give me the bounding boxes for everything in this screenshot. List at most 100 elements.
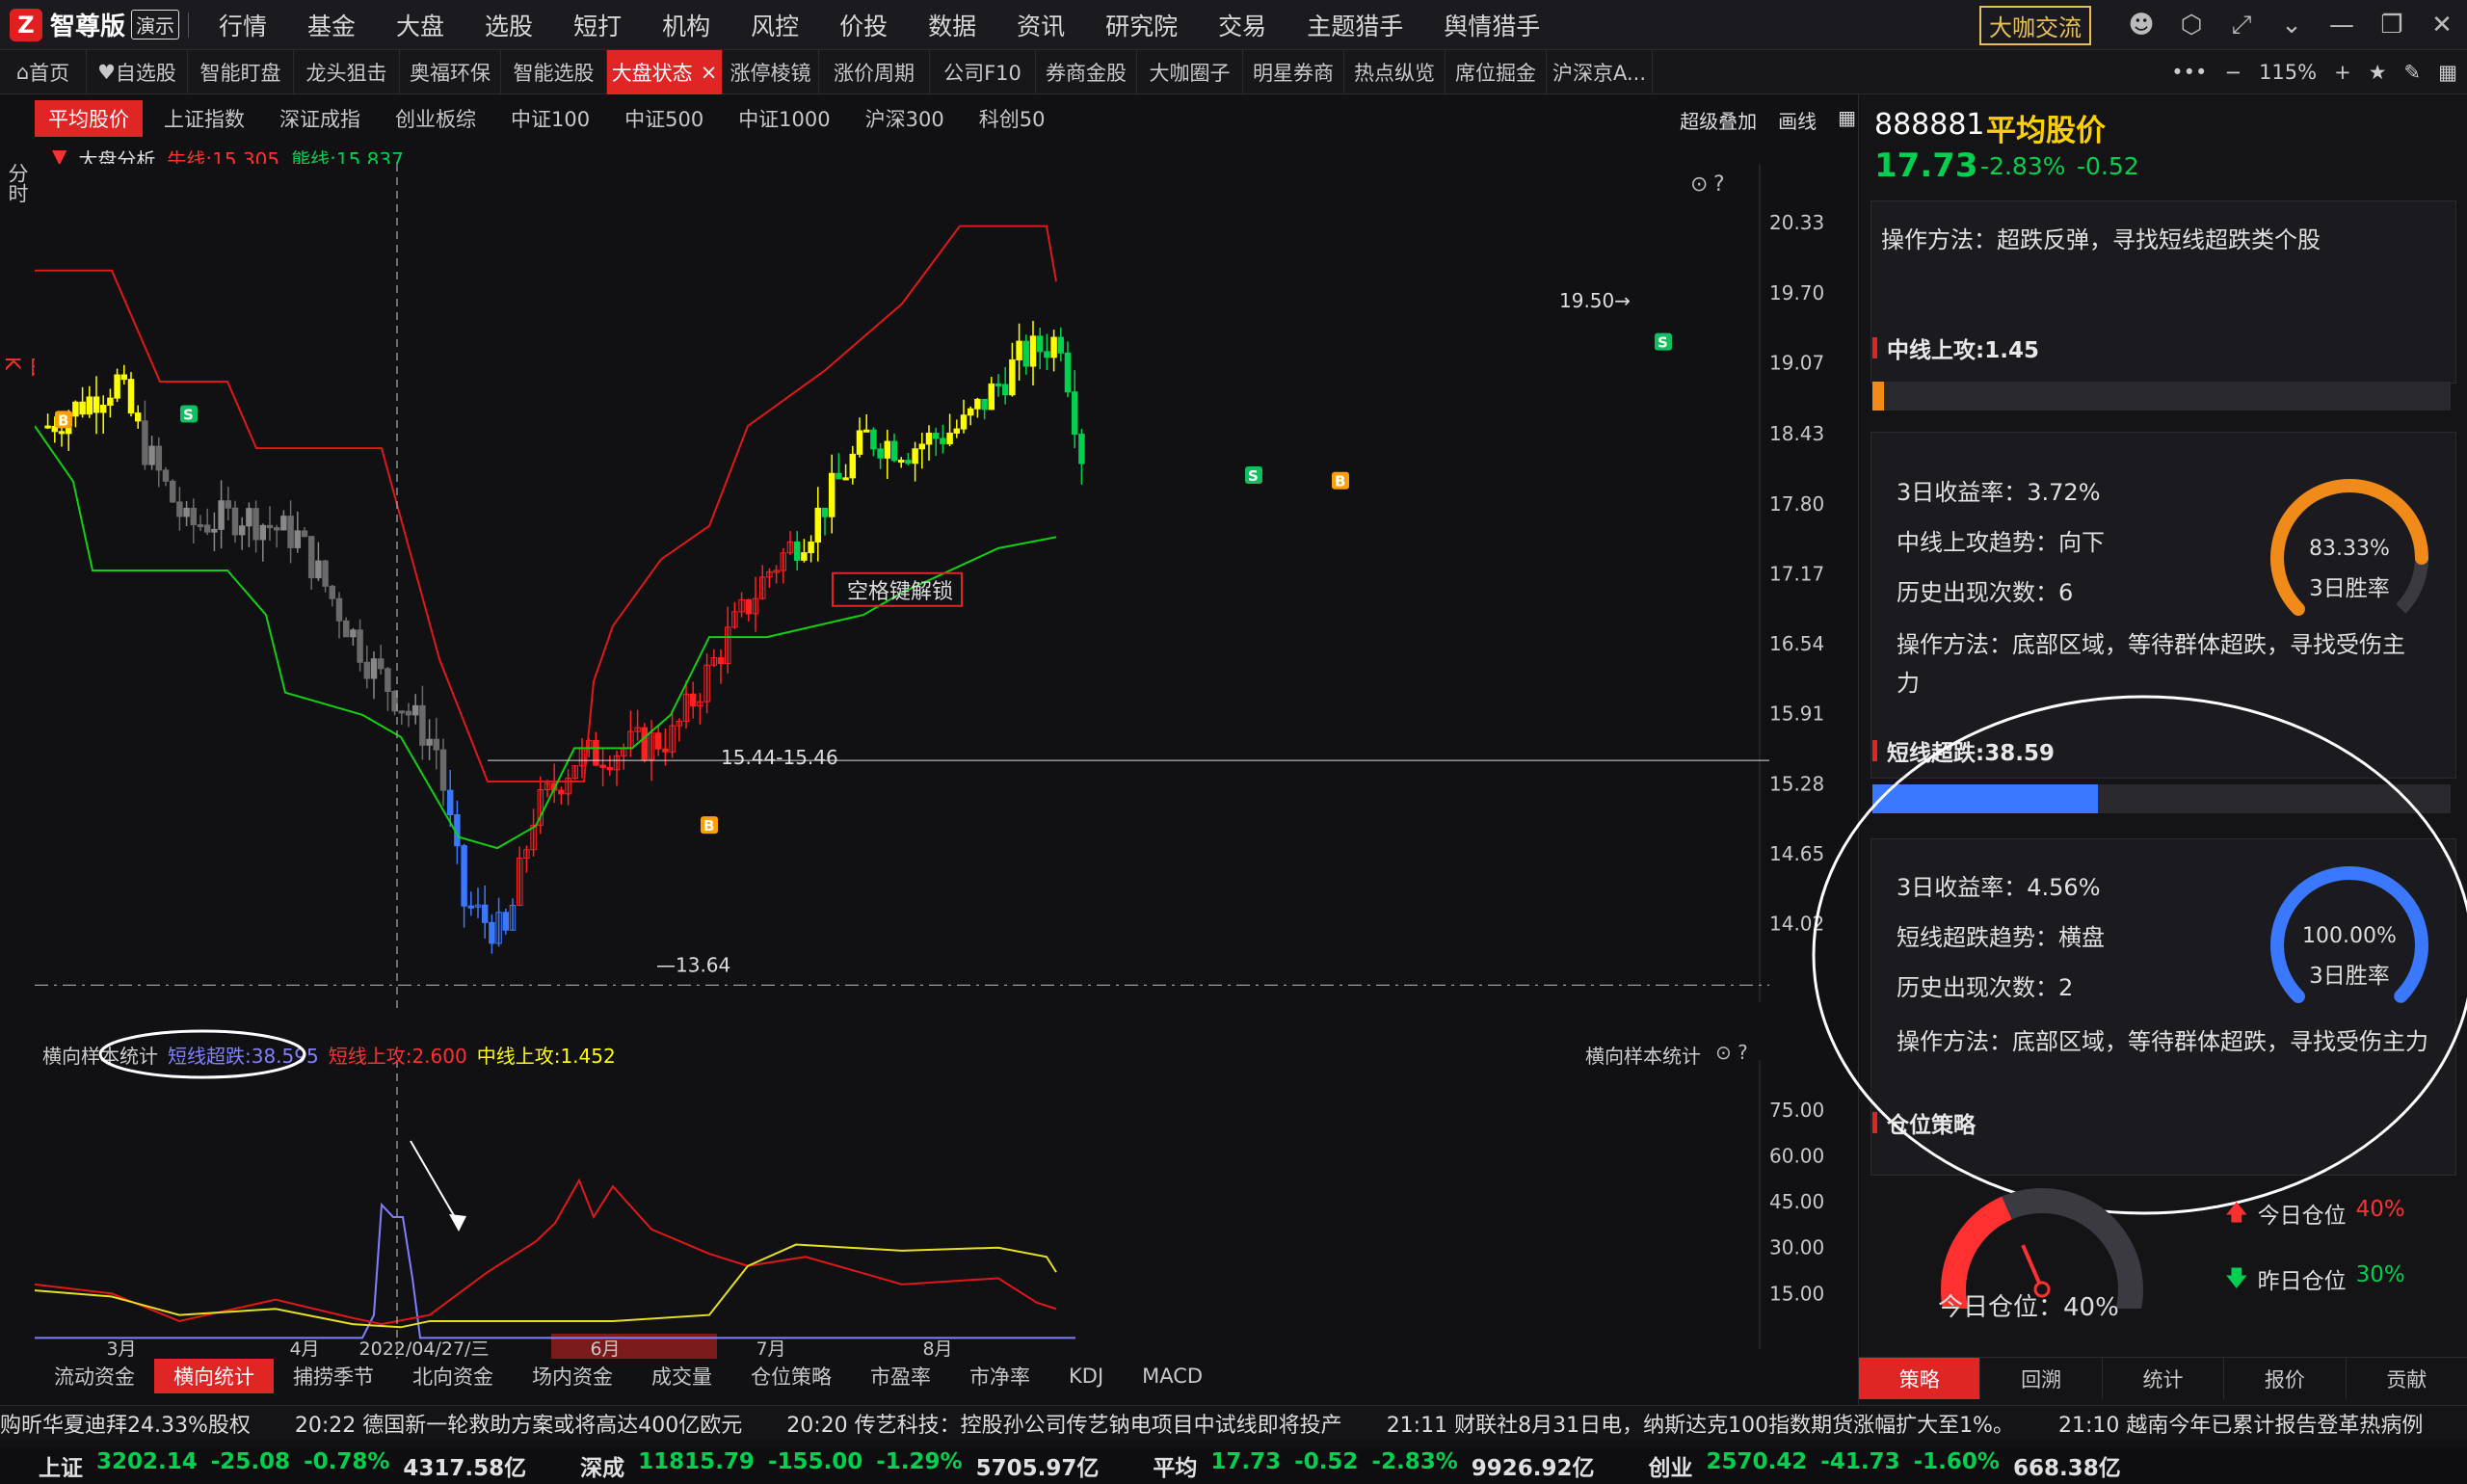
indicator-tab-2[interactable]: 捕捞季节 [274,1359,393,1393]
menu-item[interactable]: 交易 [1198,8,1287,42]
star-icon[interactable]: ★ [2369,61,2387,84]
candle [433,738,440,751]
menu-item[interactable]: 选股 [464,8,553,42]
menu-item[interactable]: 数据 [908,8,996,42]
side-tab-1[interactable]: 回溯 [1980,1358,2103,1399]
pen-icon[interactable]: ✎ [2404,61,2422,84]
side-tab-4[interactable]: 贡献 [2347,1358,2467,1399]
kline-chart[interactable]: 20.33 19.70 19.07 18.43 17.80 17.17 16.54 15.91… [35,164,1856,1012]
minimize-icon[interactable]: — [2317,0,2367,50]
indicator-tab-1[interactable]: 横向统计 [154,1359,274,1393]
restore-icon[interactable]: ❐ [2367,0,2417,50]
index-status-3[interactable]: 创业 2570.42 -41.73 -1.60% 668.38亿 [1649,1449,2121,1482]
candle [578,748,586,767]
side-tab-3[interactable]: 报价 [2224,1358,2347,1399]
news-item[interactable]: 20:20 传艺科技：控股孙公司传艺钠电项目中试线即将投产 [786,1408,1341,1439]
candle [620,748,627,756]
menu-item[interactable]: 机构 [642,8,730,42]
index-tab-4[interactable]: 中证100 [497,100,603,137]
indicator-tab-10[interactable]: MACD [1123,1359,1222,1393]
tab-6[interactable]: 大盘状态 × [607,49,723,94]
menu-item[interactable]: 大盘 [376,8,464,42]
tab-8[interactable]: 涨价周期 [819,49,930,94]
tab-0[interactable]: ⌂ 首页 [0,49,87,94]
index-status-0[interactable]: 上证 3202.14 -25.08 -0.78% 4317.58亿 [39,1449,526,1482]
menu-item[interactable]: 行情 [199,8,287,42]
index-tab-8[interactable]: 科创50 [966,100,1059,137]
tab-14[interactable]: 席位掘金 [1446,49,1547,94]
menu-item[interactable]: 资讯 [996,8,1085,42]
tab-1[interactable]: ♥ 自选股 [87,49,188,94]
tab-15[interactable]: 沪深京A... [1547,49,1653,94]
tab-3[interactable]: 龙头狙击 [294,49,400,94]
candle [1022,340,1030,367]
tab-5[interactable]: 智能选股 [501,49,607,94]
overlay-button[interactable]: 超级叠加 [1680,106,1757,134]
tab-10[interactable]: 券商金股 [1036,49,1137,94]
user-icon[interactable]: ☻ [2116,0,2166,50]
indicator-tab-0[interactable]: 流动资金 [35,1359,154,1393]
plus-icon[interactable]: + [2334,61,2351,84]
indicator-tab-5[interactable]: 成交量 [632,1359,731,1393]
indicator-tab-6[interactable]: 仓位策略 [731,1359,851,1393]
indicator-tab-4[interactable]: 场内资金 [513,1359,632,1393]
index-status-2[interactable]: 平均 17.73 -0.52 -2.83% 9926.92亿 [1153,1449,1594,1482]
mid-gauge-label: 3日胜率 [2309,576,2390,601]
shrink-icon[interactable]: ⤢ [2216,0,2267,50]
grid-icon[interactable]: ▦ [2438,61,2457,84]
candle [731,611,738,628]
layout-icon[interactable]: ▦ [1838,106,1856,134]
index-tab-7[interactable]: 沪深300 [852,100,958,137]
chevron-down-icon[interactable]: ⌄ [2267,0,2317,50]
indicator-tab-9[interactable]: KDJ [1049,1359,1123,1393]
signal-marker-label: B [703,817,714,835]
tab-12[interactable]: 明星券商 [1243,49,1344,94]
tab-7[interactable]: 涨停棱镜 [723,49,819,94]
tab-2[interactable]: 智能盯盘 [188,49,294,94]
news-item[interactable]: 20:22 德国新一轮救助方案或将高达400亿欧元 [295,1408,742,1439]
news-item[interactable]: 21:10 越南今年已累计报告登革热病例 [2058,1408,2423,1439]
news-item[interactable]: 21:11 财联社8月31日电，纳斯达克100指数期货涨幅扩大至1%。 [1387,1408,2014,1439]
side-tab-0[interactable]: 策略 [1859,1358,1981,1399]
candle [190,507,198,526]
indicator-tab-8[interactable]: 市净率 [950,1359,1049,1393]
indicator-icons[interactable]: ⊙ ? [1715,1041,1748,1064]
menu-item[interactable]: 风控 [730,8,819,42]
menu-item[interactable]: 研究院 [1085,8,1198,42]
tab-label: 智能盯盘 [199,61,281,85]
close-icon[interactable]: × [701,61,718,84]
tab-4[interactable]: 奥福环保 [400,49,501,94]
tab-minute[interactable]: 分时 [5,145,30,212]
tab-13[interactable]: 热点纵览 [1344,49,1446,94]
index-tab-0[interactable]: 平均股价 [35,100,143,137]
tab-9[interactable]: 公司F10 [930,49,1036,94]
indicator-tab-7[interactable]: 市盈率 [851,1359,950,1393]
news-ticker[interactable]: 购昕华夏迪拜24.33%股权 20:22 德国新一轮救助方案或将高达400亿欧元 2… [0,1405,2467,1440]
index-tab-6[interactable]: 中证1000 [725,100,843,137]
menu-item[interactable]: 舆情猎手 [1423,8,1560,42]
index-tab-5[interactable]: 中证500 [611,100,717,137]
news-item[interactable]: 购昕华夏迪拜24.33%股权 [0,1408,251,1439]
candle [1078,434,1085,464]
indicator-chart[interactable]: 75.00 60.00 45.00 30.00 15.00 3月 4月 2022/04/27/… [35,1060,1856,1359]
side-tab-2[interactable]: 统计 [2103,1358,2225,1399]
menu-item[interactable]: 短打 [553,8,642,42]
tab-11[interactable]: 大咖圈子 [1137,49,1243,94]
date-tick: 3月 [106,1338,136,1359]
index-tab-3[interactable]: 创业板综 [382,100,490,137]
menu-item[interactable]: 主题猎手 [1287,8,1423,42]
menu-item[interactable]: 价投 [819,8,908,42]
indicator-tab-3[interactable]: 北向资金 [393,1359,513,1393]
index-tab-2[interactable]: 深证成指 [266,100,374,137]
daka-chat-button[interactable]: 大咖交流 [1979,5,2091,45]
settings-icon[interactable]: ⬡ [2166,0,2216,50]
prev-icon[interactable]: − [2224,61,2242,84]
menu-item[interactable]: 基金 [287,8,376,42]
tab-label: 涨停棱镜 [729,61,811,85]
index-status-1[interactable]: 深成 11815.79 -155.00 -1.29% 5705.97亿 [580,1449,1099,1482]
draw-line-button[interactable]: 画线 [1778,106,1817,134]
more-tabs-button[interactable]: ••• [2171,61,2207,84]
index-tab-1[interactable]: 上证指数 [150,100,258,137]
candle [294,530,302,548]
close-icon[interactable]: ✕ [2417,0,2467,50]
